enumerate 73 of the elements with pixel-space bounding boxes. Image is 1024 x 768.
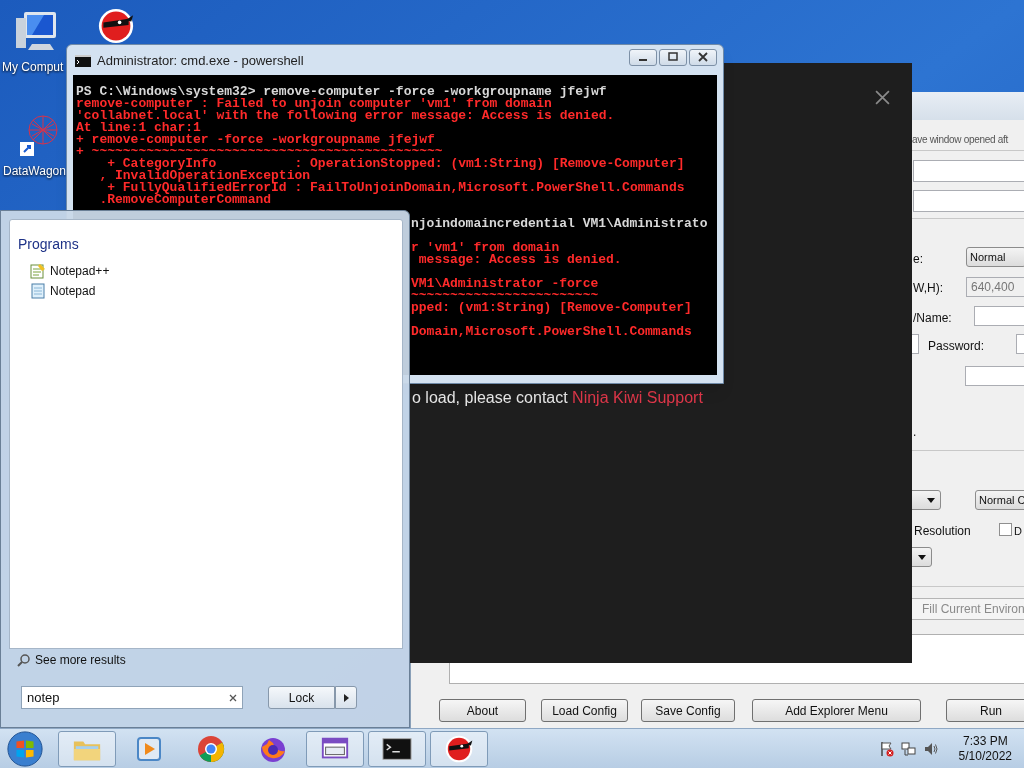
minimize-icon — [639, 59, 647, 61]
checkbox[interactable] — [999, 523, 1012, 536]
field-label: ave window opened aft — [912, 133, 1008, 147]
caret-icon — [927, 498, 935, 503]
console-line: Domain,Microsoft.PowerShell.Commands — [411, 326, 692, 338]
close-icon[interactable] — [875, 90, 890, 105]
media-player-icon — [134, 734, 164, 763]
input-field[interactable] — [965, 366, 1024, 386]
field-label: Password: — [928, 338, 985, 355]
flag-icon[interactable] — [878, 740, 895, 757]
see-more-link[interactable]: See more results — [17, 651, 126, 669]
input-field[interactable] — [913, 190, 1024, 212]
field-label: . — [913, 424, 917, 441]
maximize-icon — [668, 52, 678, 62]
field-label: Resolution — [914, 523, 971, 540]
console-line: + FullyQualifiedErrorId : FailToUnjoinDomain,Microsoft.PowerShell.Commands — [107, 182, 685, 194]
ninja-app-icon — [444, 734, 474, 763]
dropdown-value: Normal — [970, 251, 1006, 263]
console-line: 'collabnet.local' with the following error message: Access is denied. — [76, 110, 615, 122]
console-line: , InvalidOperationException — [98, 170, 311, 182]
field-label: /Name: — [913, 310, 952, 327]
caret-icon — [918, 555, 926, 560]
input-field[interactable] — [913, 160, 1024, 182]
clear-icon[interactable] — [229, 693, 237, 702]
caret-icon — [343, 693, 349, 702]
dialog-button[interactable]: About — [439, 699, 526, 722]
clock[interactable]: 7:33 PM 5/10/2022 — [958, 733, 1012, 764]
console-line: message: Access is denied. — [417, 254, 622, 266]
lock-button[interactable]: Lock — [268, 686, 335, 709]
minimize-button[interactable] — [629, 48, 657, 66]
search-field[interactable]: notep — [21, 686, 243, 709]
console-line: remove-computer : Failed to unjoin computer 'vm1' from domain — [76, 98, 552, 110]
console-line: + remove-computer -force -workgroupname jfejwf — [76, 134, 435, 146]
console-line: pped: (vm1:String) [Remove-Computer] — [411, 302, 692, 314]
console-icon — [75, 55, 91, 67]
chrome-icon — [196, 734, 226, 763]
search-icon — [17, 653, 31, 667]
dialog-button[interactable]: Add Explorer Menu — [752, 699, 921, 722]
checkbox-label: D — [1014, 524, 1022, 539]
close-button[interactable] — [689, 48, 717, 66]
console-line: .RemoveComputerCommand — [98, 194, 272, 206]
notepad-plus-icon — [30, 263, 46, 279]
dialog-button[interactable]: Save Config — [641, 699, 735, 722]
console-line: + ~~~~~~~~~~~~~~~~~~~~~~~~~~~~~~~~~~~~~~~~~~~~~ — [76, 146, 443, 158]
notepad-icon — [30, 283, 46, 299]
desktop-icon-label[interactable]: DataWagon — [3, 162, 66, 180]
field-label: e: — [913, 251, 923, 268]
close-icon — [698, 52, 708, 62]
section-heading: Programs — [18, 235, 80, 254]
console-line: PS C:\Windows\system32> remove-computer -force -workgroupname jfejwf — [76, 86, 607, 98]
dialog-button[interactable]: Run — [946, 699, 1024, 722]
support-link[interactable]: Ninja Kiwi Support — [572, 389, 703, 406]
error-message: o load, please contact Ninja Kiwi Support — [412, 388, 703, 408]
console-line: ~~~~~~~~~~~~~~~~~~~~~~~~ — [411, 290, 599, 302]
program-item[interactable]: Notepad — [18, 281, 402, 301]
power-options-button[interactable] — [335, 686, 357, 709]
console-line: njoindomaincredential VM1\Administrato — [411, 218, 708, 230]
console-line: At line:1 char:1 — [76, 122, 201, 134]
console-line: r 'vm1' from domain — [411, 242, 560, 254]
dropdown[interactable]: Normal — [966, 247, 1024, 267]
console-line: VM1\Administrator -force — [411, 278, 599, 290]
field-label: W,H): — [913, 280, 943, 297]
start-button[interactable] — [6, 729, 44, 768]
dialog-button[interactable]: Load Config — [541, 699, 628, 722]
network-icon[interactable] — [900, 740, 917, 757]
taskbar-button[interactable] — [430, 730, 488, 767]
console-line: + CategoryInfo : OperationStopped: (vm1:String) [Remove-Computer] — [106, 158, 685, 170]
desktop-icon-label[interactable]: My Comput — [2, 58, 64, 76]
window-title: Administrator: cmd.exe - powershell — [97, 52, 304, 71]
input-field[interactable] — [974, 306, 1024, 326]
maximize-button[interactable] — [659, 48, 687, 66]
program-item[interactable]: Notepad++ — [18, 261, 402, 281]
taskbar-button[interactable] — [368, 730, 426, 767]
